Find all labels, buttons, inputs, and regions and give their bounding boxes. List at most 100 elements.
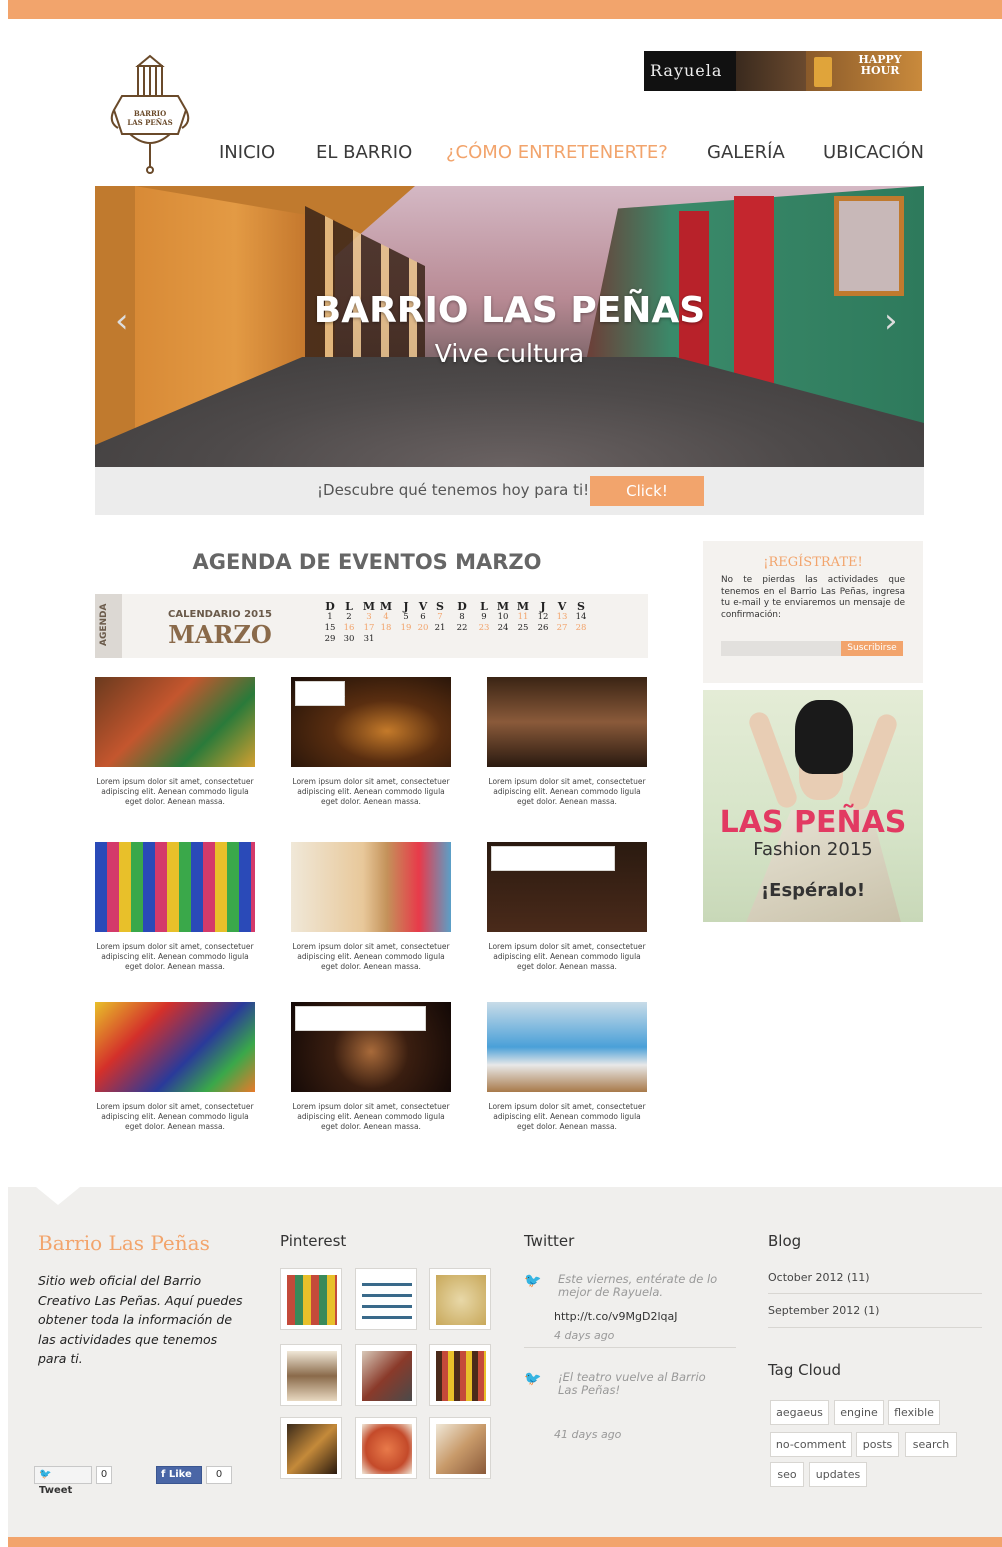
event-description: Lorem ipsum dolor sit amet, consectetuer… (488, 777, 646, 806)
calendar-day[interactable]: 25 (513, 623, 533, 634)
footer-brand: Barrio Las Peñas (38, 1231, 210, 1255)
calendar-day[interactable]: 23 (474, 623, 494, 634)
calendar-day[interactable]: 14 (571, 612, 591, 623)
event-card[interactable]: Lorem ipsum dolor sit amet, consectetuer… (95, 677, 255, 807)
calendar-day[interactable]: 30 (339, 634, 359, 645)
calendar-day[interactable]: 31 (359, 634, 379, 645)
calendar-day[interactable]: 9 (474, 612, 494, 623)
tag-cloud-item[interactable]: aegaeus (770, 1400, 829, 1425)
calendar-day[interactable]: 29 (320, 634, 340, 645)
calendar-day[interactable]: 7 (430, 612, 450, 623)
pinterest-pin[interactable] (355, 1417, 417, 1479)
event-card[interactable]: #ViernesDeRAYUELA Lorem ipsum dolor sit a… (291, 1002, 451, 1132)
event-image[interactable]: MÚSICA (291, 677, 451, 767)
pinterest-pin[interactable] (429, 1417, 491, 1479)
calendar-day[interactable]: 24 (493, 623, 513, 634)
svg-text:BARRIO: BARRIO (134, 109, 166, 118)
like-button[interactable]: f Like (156, 1466, 202, 1484)
event-image[interactable] (95, 842, 255, 932)
event-image[interactable]: #ViernesDeRayuela (487, 842, 647, 932)
event-image[interactable] (95, 1002, 255, 1092)
twitter-title: Twitter (524, 1232, 575, 1250)
calendar-day-header: D (457, 600, 467, 613)
event-card[interactable]: Lorem ipsum dolor sit amet, consectetuer… (95, 1002, 255, 1132)
event-card[interactable]: Lorem ipsum dolor sit amet, consectetuer… (487, 677, 647, 807)
tweet-text: Este viernes, entérate de lo mejor de Ra… (558, 1272, 718, 1299)
pinterest-pin[interactable] (355, 1268, 417, 1330)
tag-cloud-item[interactable]: flexible (888, 1400, 940, 1425)
event-description: Lorem ipsum dolor sit amet, consectetuer… (292, 777, 450, 806)
discover-text: ¡Descubre qué tenemos hoy para ti! (317, 481, 590, 499)
calendar-day[interactable]: 15 (320, 623, 340, 634)
nav-item-inicio[interactable]: INICIO (219, 142, 275, 163)
calendar-day[interactable]: 10 (493, 612, 513, 623)
email-field[interactable] (721, 641, 841, 656)
calendar-day[interactable]: 27 (552, 623, 572, 634)
event-card[interactable]: MÚSICA Lorem ipsum dolor sit amet, consec… (291, 677, 451, 807)
calendar-day[interactable]: 28 (571, 623, 591, 634)
event-image[interactable] (487, 1002, 647, 1092)
event-image[interactable] (487, 677, 647, 767)
nav-item-galeria[interactable]: GALERÍA (707, 142, 785, 163)
nav-item-el-barrio[interactable]: EL BARRIO (316, 142, 412, 163)
fashion-promo[interactable]: LAS PEÑAS Fashion 2015 ¡Espéralo! (703, 690, 923, 922)
event-card[interactable]: #ViernesDeRayuela Lorem ipsum dolor sit a… (487, 842, 647, 972)
event-description: Lorem ipsum dolor sit amet, consectetuer… (488, 942, 646, 971)
pinterest-pin[interactable] (280, 1268, 342, 1330)
nav-item-como-entretenerte[interactable]: ¿CÓMO ENTRETENERTE? (446, 142, 668, 163)
event-tag: #ViernesDeRAYUELA (295, 1006, 426, 1031)
calendar-day[interactable]: 11 (513, 612, 533, 623)
calendar-day[interactable]: 12 (533, 612, 553, 623)
like-count: 0 (206, 1466, 232, 1484)
chevron-left-icon[interactable]: ‹ (115, 304, 141, 338)
tag-cloud-item[interactable]: engine (834, 1400, 884, 1425)
main-nav: INICIO EL BARRIO ¿CÓMO ENTRETENERTE? GAL… (0, 142, 1002, 168)
event-image[interactable] (291, 842, 451, 932)
hero-subtitle: Vive cultura (434, 339, 585, 368)
subscribe-button[interactable]: Suscribirse (841, 641, 903, 656)
event-card[interactable]: Lorem ipsum dolor sit amet, consectetuer… (291, 842, 451, 972)
calendar-day[interactable]: 22 (452, 623, 472, 634)
tweet-button[interactable]: 🐦 Tweet (34, 1466, 92, 1496)
pinterest-pin[interactable] (280, 1344, 342, 1406)
twitter-bird-icon: 🐦 (524, 1370, 542, 1386)
calendar-day[interactable]: 13 (552, 612, 572, 623)
calendar-day[interactable]: 8 (452, 612, 472, 623)
tag-cloud-item[interactable]: updates (809, 1462, 867, 1487)
calendar-strip: AGENDA CALENDARIO 2015 MARZO DLMMJVSDLMM… (95, 594, 648, 658)
event-image[interactable]: #ViernesDeRAYUELA (291, 1002, 451, 1092)
tag-cloud-item[interactable]: posts (856, 1432, 899, 1457)
calendar-day-header: M (496, 600, 510, 613)
calendar-day[interactable]: 21 (430, 623, 450, 634)
tag-cloud-item[interactable]: search (905, 1432, 957, 1457)
event-card[interactable]: Lorem ipsum dolor sit amet, consectetuer… (95, 842, 255, 972)
calendar-day[interactable]: 16 (339, 623, 359, 634)
tag-cloud-item[interactable]: no-comment (770, 1432, 852, 1457)
fashion-cta: ¡Espéralo! (760, 880, 866, 901)
tag-cloud-item[interactable]: seo (770, 1462, 804, 1487)
nav-item-ubicacion[interactable]: UBICACIÓN (823, 142, 924, 163)
event-card[interactable]: Lorem ipsum dolor sit amet, consectetuer… (487, 1002, 647, 1132)
calendar-day[interactable]: 2 (339, 612, 359, 623)
pinterest-pin[interactable] (429, 1268, 491, 1330)
tweet-link[interactable]: http://t.co/v9MgD2lqaJ (554, 1310, 677, 1323)
happy-hour-banner-ad[interactable]: Rayuela HAPPY HOUR (644, 51, 922, 91)
discover-click-button[interactable]: Click! (590, 476, 704, 506)
calendar-day[interactable]: 26 (533, 623, 553, 634)
calendar-day-header: L (480, 600, 488, 613)
chevron-right-icon[interactable]: › (884, 304, 910, 338)
blog-archive-september[interactable]: September 2012 (1) (768, 1304, 879, 1317)
pinterest-pin[interactable] (355, 1344, 417, 1406)
calendar-day[interactable]: 4 (376, 612, 396, 623)
event-image[interactable] (95, 677, 255, 767)
blog-archive-october[interactable]: October 2012 (11) (768, 1271, 870, 1284)
svg-text:LAS PEÑAS: LAS PEÑAS (127, 118, 172, 127)
discover-bar: ¡Descubre qué tenemos hoy para ti! Click… (95, 467, 924, 515)
pinterest-pin[interactable] (280, 1417, 342, 1479)
calendar-day[interactable]: 18 (376, 623, 396, 634)
hero-slider[interactable]: BARRIO LAS PEÑAS Vive cultura ‹ › (95, 186, 924, 467)
calendar-day[interactable]: 1 (320, 612, 340, 623)
agenda-tab: AGENDA (95, 594, 122, 658)
pinterest-pin[interactable] (429, 1344, 491, 1406)
tag-cloud-title: Tag Cloud (768, 1361, 842, 1379)
